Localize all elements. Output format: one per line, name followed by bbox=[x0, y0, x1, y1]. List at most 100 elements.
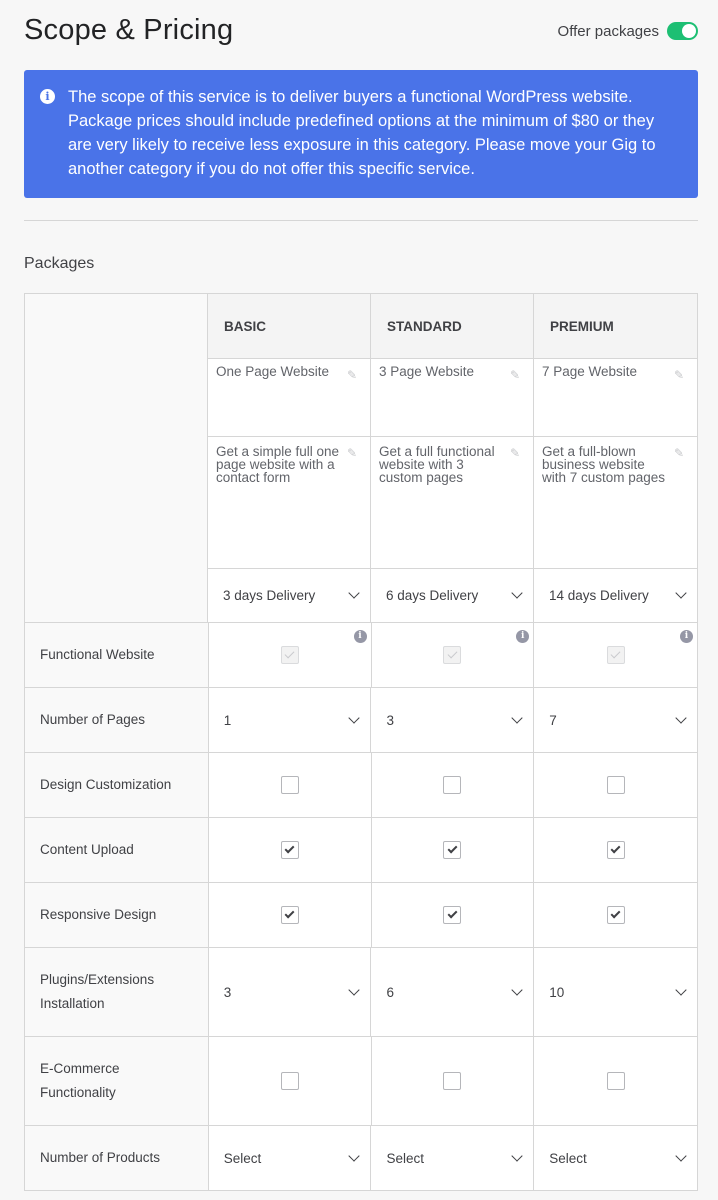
select-value: 3 bbox=[386, 712, 394, 728]
checkmark-icon bbox=[284, 843, 295, 854]
feature-row: Number of Products Select Select Select bbox=[25, 1126, 698, 1191]
feature-label: Responsive Design bbox=[25, 883, 209, 948]
chevron-down-icon bbox=[511, 711, 523, 724]
feature-checkbox-cell-premium: i bbox=[534, 623, 698, 688]
info-icon[interactable]: i bbox=[680, 630, 693, 643]
checkmark-icon bbox=[447, 908, 458, 919]
pencil-icon: ✎ bbox=[674, 446, 685, 460]
feature-checkbox[interactable] bbox=[280, 1072, 299, 1090]
feature-row: Design Customization bbox=[25, 753, 698, 818]
feature-checkbox-cell-standard: i bbox=[371, 623, 535, 688]
feature-label-text: Number of Products bbox=[40, 1150, 161, 1165]
feature-label-text: Plugins/Extensions Installation bbox=[40, 972, 155, 1011]
feature-checkbox-cell-premium bbox=[534, 1037, 698, 1126]
feature-checkbox[interactable] bbox=[443, 776, 462, 794]
section-divider bbox=[24, 220, 698, 221]
feature-select-basic[interactable]: 1 bbox=[208, 688, 372, 753]
feature-checkbox bbox=[280, 646, 299, 664]
checkmark-icon bbox=[284, 908, 295, 919]
chevron-down-icon bbox=[675, 983, 687, 996]
package-title-input-standard[interactable]: 3 Page Website ✎ bbox=[371, 359, 534, 437]
pencil-icon: ✎ bbox=[510, 368, 521, 382]
feature-checkbox[interactable] bbox=[606, 906, 625, 924]
pencil-icon: ✎ bbox=[347, 368, 358, 382]
package-description: Get a simple full one page website with … bbox=[216, 444, 340, 485]
feature-select-premium[interactable]: Select bbox=[534, 1126, 698, 1191]
delivery-value: 6 days Delivery bbox=[386, 588, 479, 603]
feature-select-standard[interactable]: 3 bbox=[371, 688, 535, 753]
feature-select-basic[interactable]: Select bbox=[208, 1126, 372, 1191]
packages-table: BASIC STANDARD PREMIUM One Page Website … bbox=[24, 293, 698, 1191]
package-title: One Page Website bbox=[216, 364, 330, 379]
feature-checkbox[interactable] bbox=[606, 841, 625, 859]
package-title: 3 Page Website bbox=[379, 364, 475, 379]
info-icon[interactable]: i bbox=[516, 630, 530, 643]
feature-label: Number of Products bbox=[25, 1126, 209, 1191]
chevron-down-icon bbox=[675, 1149, 687, 1162]
feature-label-text: Content Upload bbox=[40, 842, 134, 857]
select-value: Select bbox=[223, 1150, 262, 1166]
package-description-input-standard[interactable]: Get a full functional website with 3 cus… bbox=[371, 437, 534, 569]
delivery-select-basic[interactable]: 3 days Delivery bbox=[208, 569, 371, 623]
pencil-icon: ✎ bbox=[674, 368, 685, 382]
feature-label: E-Commerce Functionality bbox=[25, 1037, 209, 1126]
feature-select-premium[interactable]: 7 bbox=[534, 688, 698, 753]
chevron-down-icon bbox=[511, 1149, 523, 1162]
package-description-input-premium[interactable]: Get a full-blown business website with 7… bbox=[534, 437, 698, 569]
feature-checkbox[interactable] bbox=[606, 1072, 625, 1090]
chevron-down-icon bbox=[675, 587, 687, 599]
feature-label: Functional Website bbox=[25, 623, 209, 688]
feature-rows: Functional Website i i i Number of Pages 1 3 7 D… bbox=[25, 623, 698, 1191]
feature-checkbox-cell-standard bbox=[371, 883, 535, 948]
feature-checkbox-cell-basic bbox=[208, 883, 372, 948]
select-value: Select bbox=[386, 1150, 424, 1166]
select-value: 3 bbox=[223, 984, 232, 1000]
corner-cell bbox=[25, 294, 208, 623]
feature-checkbox-cell-standard bbox=[371, 1037, 535, 1126]
feature-label: Design Customization bbox=[25, 753, 209, 818]
select-value: Select bbox=[549, 1150, 587, 1166]
chevron-down-icon bbox=[348, 1149, 361, 1162]
feature-checkbox bbox=[443, 646, 462, 664]
chevron-down-icon bbox=[511, 587, 523, 599]
delivery-select-premium[interactable]: 14 days Delivery bbox=[534, 569, 698, 623]
package-title: 7 Page Website bbox=[542, 364, 638, 379]
offer-packages-control: Offer packages bbox=[558, 22, 698, 40]
chevron-down-icon bbox=[675, 711, 687, 724]
feature-label-text: Number of Pages bbox=[40, 712, 146, 727]
scope-notice-banner: i The scope of this service is to delive… bbox=[24, 70, 698, 198]
feature-select-standard[interactable]: Select bbox=[371, 1126, 535, 1191]
delivery-select-standard[interactable]: 6 days Delivery bbox=[371, 569, 534, 623]
feature-checkbox[interactable] bbox=[443, 906, 462, 924]
feature-checkbox[interactable] bbox=[280, 841, 299, 859]
tier-header-premium: PREMIUM bbox=[534, 294, 698, 359]
feature-checkbox-cell-standard bbox=[371, 818, 535, 883]
package-description: Get a full-blown business website with 7… bbox=[542, 444, 666, 485]
checkmark-icon bbox=[284, 648, 295, 659]
feature-checkbox[interactable] bbox=[280, 906, 299, 924]
info-icon: i bbox=[40, 89, 55, 104]
feature-label: Content Upload bbox=[25, 818, 209, 883]
feature-label-text: Design Customization bbox=[40, 777, 172, 792]
feature-checkbox-cell-standard bbox=[371, 753, 535, 818]
feature-checkbox[interactable] bbox=[443, 1072, 462, 1090]
delivery-value: 3 days Delivery bbox=[223, 588, 316, 603]
select-value: 6 bbox=[386, 984, 394, 1000]
feature-checkbox[interactable] bbox=[606, 776, 625, 794]
feature-row: Functional Website i i i bbox=[25, 623, 698, 688]
package-description-input-basic[interactable]: Get a simple full one page website with … bbox=[208, 437, 371, 569]
feature-select-standard[interactable]: 6 bbox=[371, 948, 535, 1037]
delivery-value: 14 days Delivery bbox=[549, 588, 649, 603]
feature-checkbox[interactable] bbox=[443, 841, 462, 859]
checkmark-icon bbox=[447, 843, 458, 854]
checkmark-icon bbox=[610, 908, 621, 919]
feature-select-basic[interactable]: 3 bbox=[208, 948, 372, 1037]
package-title-input-premium[interactable]: 7 Page Website ✎ bbox=[534, 359, 698, 437]
offer-packages-toggle[interactable] bbox=[667, 22, 698, 40]
pencil-icon: ✎ bbox=[510, 446, 521, 460]
info-icon[interactable]: i bbox=[353, 630, 367, 643]
feature-select-premium[interactable]: 10 bbox=[534, 948, 698, 1037]
feature-checkbox[interactable] bbox=[280, 776, 299, 794]
feature-label-text: E-Commerce Functionality bbox=[40, 1061, 120, 1100]
package-title-input-basic[interactable]: One Page Website ✎ bbox=[208, 359, 371, 437]
